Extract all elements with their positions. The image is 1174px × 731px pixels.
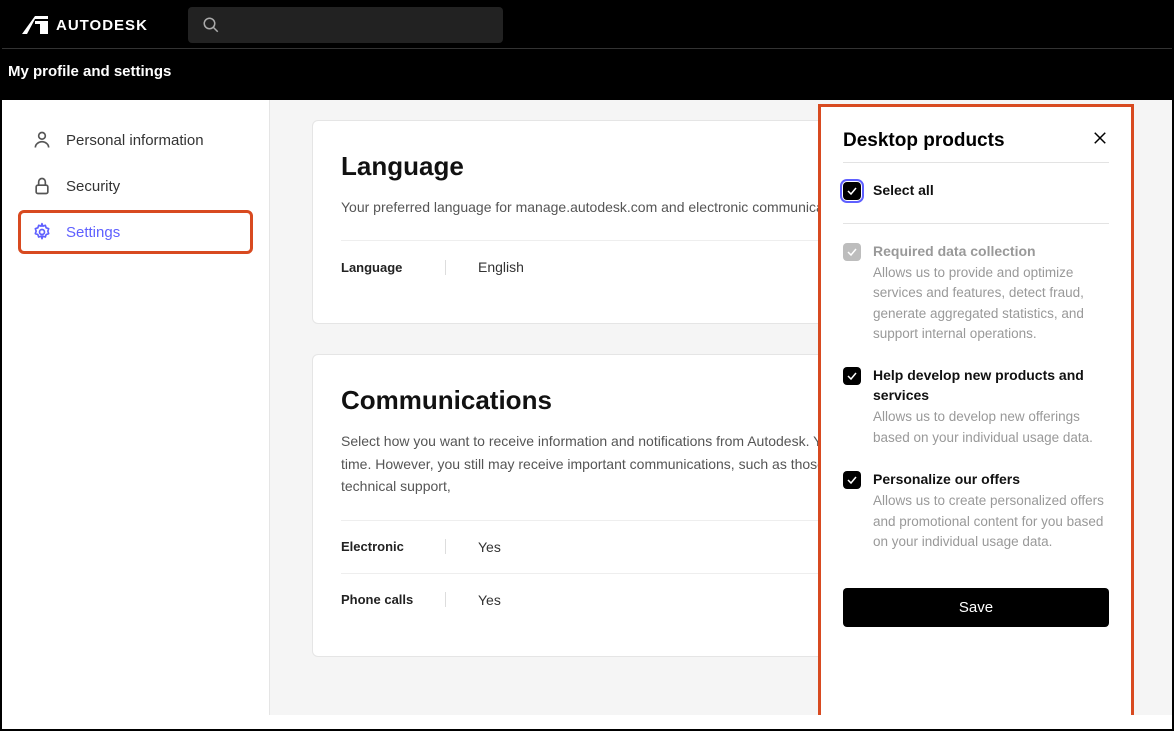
close-icon (1091, 129, 1109, 147)
sidebar-item-label: Security (66, 178, 120, 195)
option-desc: Allows us to create personalized offers … (873, 491, 1109, 552)
brand-logo[interactable]: AUTODESK (22, 16, 148, 34)
field-label: Phone calls (341, 592, 446, 607)
person-icon (32, 130, 52, 150)
field-value: Yes (446, 592, 501, 608)
option-title: Personalize our offers (873, 470, 1109, 490)
close-button[interactable] (1091, 129, 1109, 152)
select-all-label: Select all (873, 181, 934, 201)
select-all-option[interactable]: Select all (843, 181, 1109, 201)
help-develop-option[interactable]: Help develop new products and services A… (843, 366, 1109, 448)
option-title: Help develop new products and services (873, 366, 1109, 405)
checkbox-checked[interactable] (843, 367, 861, 385)
check-icon (846, 246, 858, 258)
sidebar: Personal information Security Settings (2, 100, 270, 715)
check-icon (846, 370, 858, 382)
checkbox-disabled (843, 243, 861, 261)
desktop-products-panel: Desktop products Select all Required dat… (818, 104, 1134, 715)
page-subheader: My profile and settings (2, 48, 1172, 100)
checkbox-checked[interactable] (843, 471, 861, 489)
check-icon (846, 185, 858, 197)
topbar: AUTODESK (2, 2, 1172, 48)
field-value: Yes (446, 539, 501, 555)
sidebar-item-security[interactable]: Security (20, 166, 251, 206)
option-desc: Allows us to develop new offerings based… (873, 407, 1109, 448)
field-label: Language (341, 260, 446, 275)
gear-icon (32, 222, 52, 242)
sidebar-item-personal-info[interactable]: Personal information (20, 120, 251, 160)
brand-text: AUTODESK (56, 17, 148, 34)
field-value: English (446, 259, 524, 275)
sidebar-item-settings[interactable]: Settings (20, 212, 251, 252)
search-icon (202, 16, 220, 34)
main-content: Language Your preferred language for man… (270, 100, 1172, 715)
required-data-option: Required data collection Allows us to pr… (843, 242, 1109, 345)
option-title: Required data collection (873, 242, 1109, 262)
checkbox-checked[interactable] (843, 182, 861, 200)
autodesk-logo-icon (22, 16, 48, 34)
check-icon (846, 474, 858, 486)
lock-icon (32, 176, 52, 196)
search-input[interactable] (188, 7, 503, 43)
sidebar-item-label: Settings (66, 224, 120, 241)
sidebar-item-label: Personal information (66, 132, 204, 149)
save-button[interactable]: Save (843, 588, 1109, 627)
field-label: Electronic (341, 539, 446, 554)
option-desc: Allows us to provide and optimize servic… (873, 263, 1109, 344)
personalize-offers-option[interactable]: Personalize our offers Allows us to crea… (843, 470, 1109, 552)
panel-title: Desktop products (843, 130, 1005, 152)
